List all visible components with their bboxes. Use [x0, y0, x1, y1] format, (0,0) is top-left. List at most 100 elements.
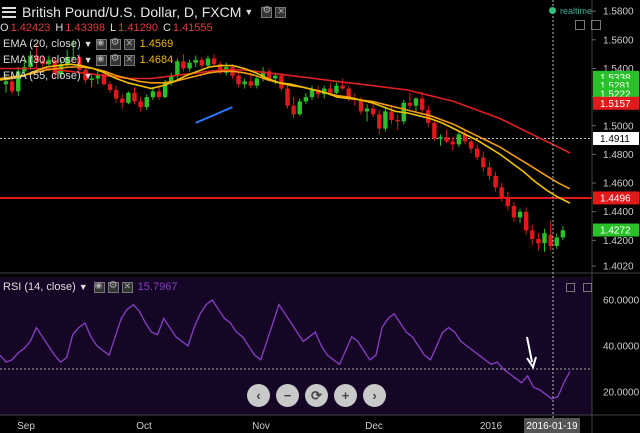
indicator-label[interactable]: EMA (30, close) — [3, 54, 81, 66]
pane-window-controls — [575, 20, 601, 30]
pane-maximize-button[interactable] — [575, 20, 585, 30]
candle-body — [419, 98, 425, 110]
remove-icon[interactable] — [275, 6, 287, 18]
candle-body — [517, 211, 523, 218]
indicator-ema30[interactable]: EMA (30, close) ▼ 1.4684 — [0, 52, 286, 68]
rsi-window-controls — [566, 283, 592, 292]
candle-body — [156, 91, 162, 98]
price-tick-label: 1.4600 — [603, 179, 634, 190]
price-marker-label: 1.4496 — [600, 193, 631, 204]
candle-body — [395, 120, 400, 122]
indicator-value: 1.4684 — [139, 54, 174, 66]
rsi-tick-label: 40.0000 — [603, 342, 640, 353]
candle-body — [505, 197, 511, 206]
zoom-in-button[interactable]: + — [334, 384, 357, 407]
rsi-maximize-button[interactable] — [566, 283, 575, 292]
candle-body — [113, 89, 119, 99]
chart-legend: British Pound/U.S. Dollar, D, FXCM ▼ O1.… — [0, 4, 287, 84]
candle-body — [530, 230, 535, 239]
candle-body — [407, 102, 413, 106]
candle-body — [499, 187, 504, 198]
remove-icon[interactable] — [123, 38, 135, 50]
time-tick-label: Nov — [252, 421, 270, 432]
ohlc-row: O 1.42423 H 1.43398 L 1.41290 C 1.41555 — [0, 20, 286, 36]
candle-body — [291, 105, 296, 115]
candle-body — [303, 97, 309, 102]
candle-body — [426, 110, 431, 123]
scroll-right-button[interactable]: › — [363, 384, 386, 407]
price-tick-label: 1.4800 — [603, 150, 634, 161]
menu-icon[interactable] — [2, 6, 16, 18]
time-tick-label: Oct — [136, 421, 152, 432]
indicator-ema55[interactable]: EMA (55, close) ▼ — [0, 68, 286, 84]
settings-gear-icon[interactable] — [107, 280, 119, 293]
candle-body — [383, 111, 388, 129]
chevron-down-icon[interactable]: ▼ — [84, 71, 93, 81]
time-tick-label: Dec — [365, 421, 383, 432]
settings-gear-icon[interactable] — [109, 53, 121, 66]
candle-body — [370, 108, 376, 115]
candle-body — [285, 88, 290, 106]
chevron-down-icon[interactable]: ▼ — [84, 39, 93, 49]
candle-body — [554, 237, 559, 247]
visibility-icon[interactable] — [95, 37, 107, 50]
realtime-label: realtime — [560, 6, 593, 16]
price-marker-label: 1.5157 — [600, 99, 631, 110]
settings-gear-icon[interactable] — [261, 5, 273, 18]
price-tick-label: 1.4020 — [603, 262, 634, 273]
candle-body — [450, 141, 455, 145]
price-tick-label: 1.5600 — [603, 35, 634, 46]
candle-body — [389, 111, 394, 121]
candle-body — [126, 92, 131, 103]
candle-body — [432, 122, 437, 139]
time-cursor-label: 2016-01-19 — [526, 421, 578, 432]
status-dot-icon — [549, 7, 556, 14]
candle-body — [523, 211, 529, 231]
candle-body — [107, 84, 113, 90]
price-tick-label: 1.4200 — [603, 236, 634, 247]
candle-body — [560, 230, 566, 238]
chevron-down-icon[interactable]: ▼ — [79, 282, 88, 292]
price-tick-label: 1.5800 — [603, 7, 634, 18]
candle-body — [456, 134, 462, 145]
scroll-left-button[interactable]: ‹ — [247, 384, 270, 407]
chevron-down-icon[interactable]: ▼ — [244, 7, 253, 17]
rsi-label[interactable]: RSI (14, close) — [3, 281, 76, 293]
visibility-icon[interactable] — [95, 53, 107, 66]
remove-icon[interactable] — [123, 54, 135, 66]
time-tick-label: 2016 — [480, 421, 503, 432]
indicator-label[interactable]: EMA (20, close) — [3, 38, 81, 50]
rsi-tick-label: 20.0000 — [603, 388, 640, 399]
ohlc-value: 1.43398 — [65, 22, 106, 34]
candle-body — [542, 233, 547, 244]
reset-button[interactable]: ⟳ — [305, 384, 328, 407]
candle-body — [536, 238, 541, 244]
price-marker-label: 1.4272 — [600, 226, 631, 237]
candle-body — [377, 114, 382, 129]
ohlc-value: 1.42423 — [10, 22, 51, 34]
candle-body — [364, 108, 370, 112]
zoom-out-button[interactable]: − — [276, 384, 299, 407]
symbol-title[interactable]: British Pound/U.S. Dollar, D, FXCM — [22, 4, 241, 20]
candle-body — [548, 234, 553, 247]
indicator-ema20[interactable]: EMA (20, close) ▼ 1.4569 — [0, 36, 286, 52]
candle-body — [468, 141, 474, 149]
candle-body — [444, 137, 449, 142]
chart-navigation: ‹ − ⟳ + › — [247, 384, 386, 407]
ohlc-value: 1.41290 — [118, 22, 158, 34]
candle-body — [493, 175, 498, 188]
rsi-collapse-button[interactable] — [583, 283, 592, 292]
chevron-down-icon[interactable]: ▼ — [84, 55, 93, 65]
candle-body — [511, 205, 517, 218]
indicator-label[interactable]: EMA (55, close) — [3, 70, 81, 82]
candle-body — [475, 148, 480, 158]
price-tick-label: 1.5000 — [603, 121, 634, 132]
rsi-value: 15.7967 — [137, 281, 178, 293]
candle-body — [413, 98, 419, 106]
settings-gear-icon[interactable] — [109, 37, 121, 50]
visibility-icon[interactable] — [93, 280, 105, 293]
candle-body — [487, 167, 492, 176]
realtime-status: realtime — [549, 6, 592, 16]
pane-collapse-button[interactable] — [591, 20, 601, 30]
remove-icon[interactable] — [121, 281, 133, 293]
